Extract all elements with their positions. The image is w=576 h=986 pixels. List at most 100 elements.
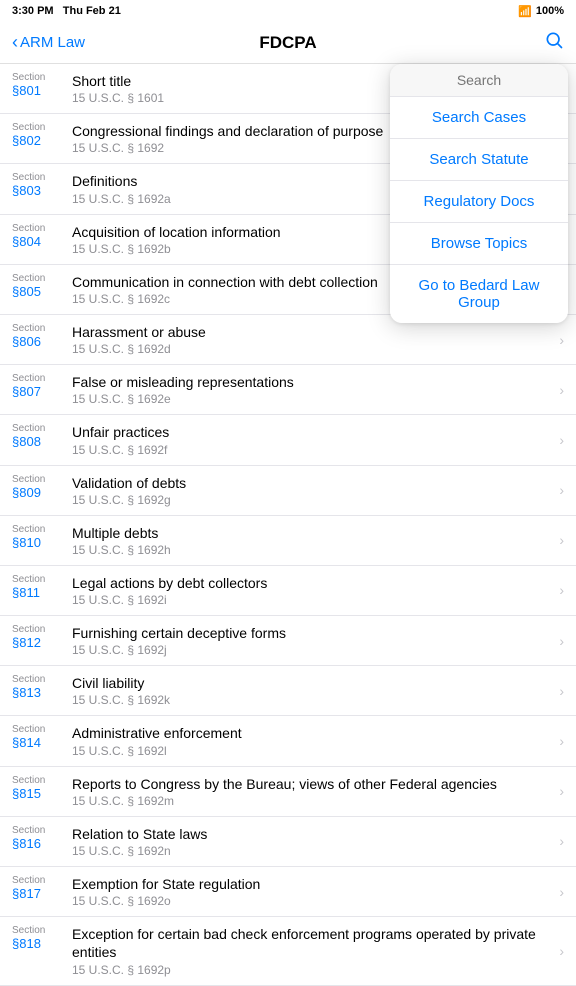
section-row[interactable]: Section §811 Legal actions by debt colle…: [0, 566, 576, 616]
section-label-col: Section §810: [12, 524, 72, 550]
section-row[interactable]: Section §814 Administrative enforcement …: [0, 716, 576, 766]
section-row[interactable]: Section §810 Multiple debts 15 U.S.C. § …: [0, 516, 576, 566]
section-usc: 15 U.S.C. § 1692m: [72, 794, 553, 808]
section-label-text: Section: [12, 323, 72, 334]
section-row[interactable]: Section §807 False or misleading represe…: [0, 365, 576, 415]
section-row[interactable]: Section §809 Validation of debts 15 U.S.…: [0, 466, 576, 516]
section-label-col: Section §804: [12, 223, 72, 249]
section-label-text: Section: [12, 474, 72, 485]
chevron-right-icon: ›: [559, 833, 564, 849]
status-bar: 3:30 PM Thu Feb 21 📶 100%: [0, 0, 576, 22]
section-usc: 15 U.S.C. § 1692n: [72, 844, 553, 858]
section-content: Relation to State laws 15 U.S.C. § 1692n: [72, 825, 553, 858]
section-label-text: Section: [12, 72, 72, 83]
search-button[interactable]: [544, 30, 564, 56]
chevron-right-icon: ›: [559, 683, 564, 699]
section-content: Harassment or abuse 15 U.S.C. § 1692d: [72, 323, 553, 356]
section-label-text: Section: [12, 524, 72, 535]
search-icon: [544, 33, 564, 55]
section-row[interactable]: Section §816 Relation to State laws 15 U…: [0, 817, 576, 867]
section-row[interactable]: Section §817 Exemption for State regulat…: [0, 867, 576, 917]
section-label-text: Section: [12, 775, 72, 786]
section-label-col: Section §815: [12, 775, 72, 801]
section-label-col: Section §802: [12, 122, 72, 148]
battery-icon: 100%: [536, 5, 564, 17]
dropdown-item-browse-topics[interactable]: Browse Topics: [390, 223, 568, 265]
dropdown-search-input[interactable]: [390, 64, 568, 97]
section-usc: 15 U.S.C. § 1692o: [72, 894, 553, 908]
section-label-text: Section: [12, 423, 72, 434]
chevron-right-icon: ›: [559, 733, 564, 749]
section-name: Furnishing certain deceptive forms: [72, 624, 553, 642]
section-row[interactable]: Section §813 Civil liability 15 U.S.C. §…: [0, 666, 576, 716]
section-usc: 15 U.S.C. § 1692l: [72, 744, 553, 758]
section-name: Legal actions by debt collectors: [72, 574, 553, 592]
section-label-text: Section: [12, 674, 72, 685]
section-usc: 15 U.S.C. § 1692d: [72, 342, 553, 356]
section-row[interactable]: Section §808 Unfair practices 15 U.S.C. …: [0, 415, 576, 465]
section-name: Civil liability: [72, 674, 553, 692]
chevron-right-icon: ›: [559, 532, 564, 548]
section-content: Legal actions by debt collectors 15 U.S.…: [72, 574, 553, 607]
section-label-text: Section: [12, 172, 72, 183]
section-usc: 15 U.S.C. § 1692k: [72, 693, 553, 707]
section-number: §809: [12, 485, 72, 500]
section-row[interactable]: Section §818 Exception for certain bad c…: [0, 917, 576, 985]
section-name: Exemption for State regulation: [72, 875, 553, 893]
section-number: §808: [12, 434, 72, 449]
section-number: §803: [12, 183, 72, 198]
section-name: Relation to State laws: [72, 825, 553, 843]
section-row[interactable]: Section §815 Reports to Congress by the …: [0, 767, 576, 817]
section-number: §818: [12, 936, 72, 951]
section-label-col: Section §809: [12, 474, 72, 500]
dropdown-item-regulatory-docs[interactable]: Regulatory Docs: [390, 181, 568, 223]
section-content: Exception for certain bad check enforcem…: [72, 925, 553, 976]
nav-bar: ‹ ARM Law FDCPA: [0, 22, 576, 64]
section-name: Multiple debts: [72, 524, 553, 542]
section-number: §804: [12, 234, 72, 249]
chevron-right-icon: ›: [559, 382, 564, 398]
section-label-col: Section §816: [12, 825, 72, 851]
section-name: False or misleading representations: [72, 373, 553, 391]
section-name: Harassment or abuse: [72, 323, 553, 341]
section-name: Validation of debts: [72, 474, 553, 492]
section-content: Civil liability 15 U.S.C. § 1692k: [72, 674, 553, 707]
section-name: Reports to Congress by the Bureau; views…: [72, 775, 553, 793]
section-number: §801: [12, 83, 72, 98]
section-number: §816: [12, 836, 72, 851]
back-button[interactable]: ‹ ARM Law: [12, 32, 85, 53]
nav-title: FDCPA: [259, 33, 316, 53]
section-usc: 15 U.S.C. § 1692e: [72, 392, 553, 406]
section-usc: 15 U.S.C. § 1692i: [72, 593, 553, 607]
section-label-text: Section: [12, 624, 72, 635]
section-name: Exception for certain bad check enforcem…: [72, 925, 553, 961]
chevron-right-icon: ›: [559, 783, 564, 799]
section-content: Administrative enforcement 15 U.S.C. § 1…: [72, 724, 553, 757]
section-usc: 15 U.S.C. § 1692f: [72, 443, 553, 457]
section-content: Reports to Congress by the Bureau; views…: [72, 775, 553, 808]
section-number: §815: [12, 786, 72, 801]
dropdown-item-bedard-law[interactable]: Go to Bedard Law Group: [390, 265, 568, 323]
section-label-col: Section §803: [12, 172, 72, 198]
back-label: ARM Law: [20, 34, 85, 51]
section-number: §813: [12, 685, 72, 700]
section-number: §807: [12, 384, 72, 399]
section-number: §812: [12, 635, 72, 650]
section-name: Unfair practices: [72, 423, 553, 441]
status-time-date: 3:30 PM Thu Feb 21: [12, 5, 121, 17]
section-label-text: Section: [12, 724, 72, 735]
section-number: §817: [12, 886, 72, 901]
section-content: Exemption for State regulation 15 U.S.C.…: [72, 875, 553, 908]
dropdown-item-search-cases[interactable]: Search Cases: [390, 97, 568, 139]
section-label-text: Section: [12, 122, 72, 133]
section-content: Validation of debts 15 U.S.C. § 1692g: [72, 474, 553, 507]
section-number: §811: [12, 585, 72, 600]
section-row[interactable]: Section §812 Furnishing certain deceptiv…: [0, 616, 576, 666]
section-label-col: Section §813: [12, 674, 72, 700]
section-usc: 15 U.S.C. § 1692h: [72, 543, 553, 557]
chevron-right-icon: ›: [559, 943, 564, 959]
section-content: False or misleading representations 15 U…: [72, 373, 553, 406]
chevron-right-icon: ›: [559, 482, 564, 498]
section-label-col: Section §812: [12, 624, 72, 650]
dropdown-item-search-statute[interactable]: Search Statute: [390, 139, 568, 181]
